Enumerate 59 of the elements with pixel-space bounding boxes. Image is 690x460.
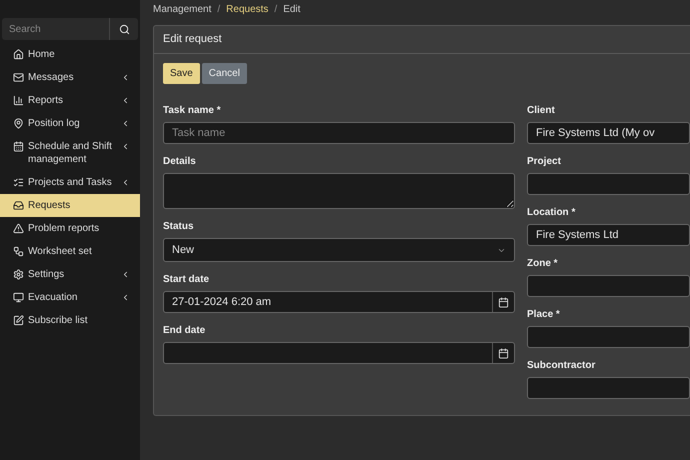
field-label: End date — [163, 324, 206, 337]
home-icon — [13, 49, 24, 60]
field-label: Start date — [163, 273, 210, 286]
calendar-icon — [13, 141, 24, 152]
sidebar-item[interactable]: Subscribe list — [0, 309, 140, 332]
text-field[interactable] — [527, 173, 690, 195]
sidebar-item[interactable]: Requests — [0, 194, 140, 217]
field-label: Status — [163, 220, 195, 233]
breadcrumb-separator: / — [274, 2, 278, 16]
inbox-icon — [13, 200, 24, 211]
field-label: Client — [527, 104, 556, 117]
field-label: Task name * — [163, 104, 222, 117]
envelope-icon — [13, 72, 24, 83]
monitor-icon — [13, 292, 24, 303]
text-field[interactable]: Task name — [163, 122, 515, 144]
breadcrumb-separator: / — [217, 2, 220, 16]
card-title: Edit request — [163, 32, 222, 48]
sidebar-item[interactable]: Problem reports — [0, 217, 140, 240]
field-label: Project — [527, 155, 562, 168]
details-field[interactable] — [163, 173, 515, 209]
list-icon — [13, 177, 24, 188]
sidebar-item[interactable]: Evacuation — [0, 286, 140, 309]
breadcrumb-link[interactable]: Requests — [226, 2, 268, 16]
settings-icon — [13, 269, 24, 280]
sidebar-item[interactable]: Reports — [0, 89, 140, 112]
breadcrumb-link[interactable]: Edit — [283, 2, 300, 16]
map-pin-icon — [13, 118, 24, 129]
calendar-icon — [498, 348, 509, 358]
field-label: Details — [163, 155, 197, 168]
field-label: Location * — [527, 206, 576, 219]
workflow-icon — [13, 246, 24, 257]
text-field[interactable] — [527, 326, 690, 348]
bar-chart-icon — [13, 95, 24, 106]
sidebar-item[interactable]: Messages — [0, 66, 140, 89]
text-field[interactable]: Fire Systems Ltd — [527, 224, 690, 246]
sidebar-item[interactable]: Projects and Tasks — [0, 171, 140, 194]
search-icon — [118, 24, 130, 34]
sidebar-item[interactable]: Home — [0, 43, 140, 66]
warning-icon — [13, 223, 24, 234]
date-field[interactable]: 27-01-2024 6:20 am — [163, 291, 515, 313]
status-dropdown[interactable]: New — [163, 238, 515, 262]
field-label: Subcontractor — [527, 359, 596, 372]
breadcrumb-link[interactable]: Management — [153, 2, 212, 16]
date-field[interactable] — [163, 342, 515, 364]
sidebar-item[interactable]: Position log — [0, 112, 140, 135]
field-label: Place * — [527, 308, 561, 321]
sidebar-item[interactable]: Settings — [0, 263, 140, 286]
save-button[interactable]: Save — [163, 63, 200, 84]
text-field[interactable] — [527, 275, 690, 297]
search-field[interactable]: Search — [2, 18, 109, 40]
text-field[interactable]: Fire Systems Ltd (My ov — [527, 122, 690, 144]
sidebar-item[interactable]: Schedule and Shift management — [0, 135, 140, 171]
calendar-icon — [498, 296, 509, 308]
edit-icon — [13, 315, 24, 326]
cancel-button[interactable]: Cancel — [202, 63, 247, 84]
sidebar-item[interactable]: Worksheet set — [0, 240, 140, 263]
search-button[interactable] — [109, 18, 138, 40]
text-field[interactable] — [527, 377, 690, 399]
field-label: Zone * — [527, 257, 559, 270]
